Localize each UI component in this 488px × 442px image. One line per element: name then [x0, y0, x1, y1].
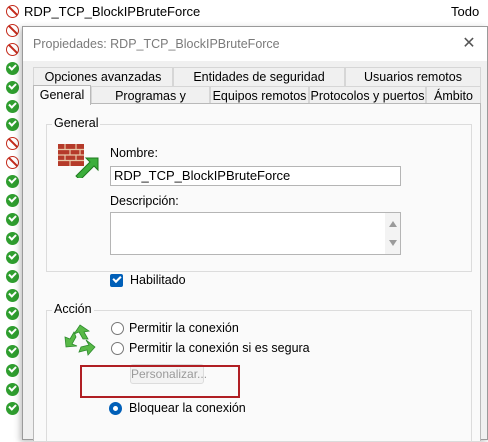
enabled-label: Habilitado — [130, 273, 186, 287]
allow-rule-icon — [6, 307, 19, 321]
block-rule-icon — [6, 137, 19, 151]
description-label: Descripción: — [110, 194, 179, 208]
dialog-title: Propiedades: RDP_TCP_BlockIPBruteForce — [33, 37, 280, 51]
allow-rule-icon — [6, 175, 19, 189]
allow-rule-icon — [6, 364, 19, 378]
allow-rule-icon — [6, 250, 19, 264]
scroll-down-icon — [389, 240, 397, 246]
dialog-titlebar: Propiedades: RDP_TCP_BlockIPBruteForce ✕ — [23, 27, 487, 61]
rule-profile: Todo — [451, 4, 480, 19]
allow-rule-icon — [6, 345, 19, 359]
radio-bloquear[interactable] — [109, 402, 122, 415]
permitir-segura-label: Permitir la conexión si es segura — [129, 341, 310, 355]
allow-rule-icon — [6, 288, 19, 302]
radio-permitir-segura[interactable] — [111, 342, 124, 355]
radio-permitir[interactable] — [111, 322, 124, 335]
allow-rule-icon — [6, 212, 19, 226]
enabled-checkbox[interactable] — [110, 274, 123, 287]
tab-opciones-avanzadas[interactable]: Opciones avanzadas — [33, 67, 173, 86]
block-rule-icon — [6, 42, 19, 56]
description-textarea[interactable] — [110, 212, 401, 255]
rule-row[interactable]: RDP_TCP_BlockIPBruteForce Todo — [4, 2, 488, 21]
firewall-rule-icon — [58, 144, 99, 178]
rule-name: RDP_TCP_BlockIPBruteForce — [24, 4, 201, 19]
allow-rule-icon — [6, 383, 19, 396]
allow-rule-icon — [6, 194, 19, 207]
action-group-title: Acción — [52, 302, 94, 316]
close-icon: ✕ — [462, 35, 476, 52]
description-scrollbar[interactable] — [385, 213, 400, 254]
allow-rule-icon — [6, 269, 19, 283]
bloquear-label: Bloquear la conexión — [129, 401, 246, 415]
allow-rule-icon — [6, 80, 19, 94]
tab-usuarios-remotos[interactable]: Usuarios remotos — [345, 67, 481, 86]
allow-rule-icon — [6, 326, 19, 340]
close-button[interactable]: ✕ — [457, 33, 481, 55]
scroll-up-icon — [389, 221, 397, 227]
block-rule-icon — [6, 5, 19, 18]
allow-rule-icon — [6, 61, 19, 75]
tab-entidades-seguridad[interactable]: Entidades de seguridad locales — [173, 67, 345, 103]
block-rule-icon — [6, 23, 19, 37]
tab-general[interactable]: General — [33, 85, 91, 105]
allow-rule-icon — [6, 99, 19, 113]
permitir-label: Permitir la conexión — [129, 321, 239, 335]
block-rule-icon — [6, 156, 19, 170]
action-refresh-icon — [64, 324, 96, 356]
allow-rule-icon — [6, 118, 19, 132]
general-group-title: General — [52, 116, 101, 130]
annotation-highlight-box — [80, 365, 240, 398]
name-input[interactable]: RDP_TCP_BlockIPBruteForce — [110, 166, 401, 186]
allow-rule-icon — [6, 401, 19, 415]
allow-rule-icon — [6, 231, 19, 245]
name-label: Nombre: — [110, 146, 158, 160]
